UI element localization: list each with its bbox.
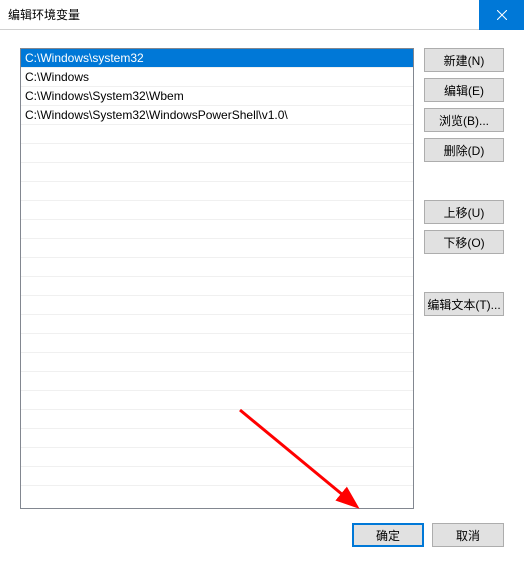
list-item[interactable]: C:\Windows\System32\Wbem — [21, 87, 413, 106]
list-inner: C:\Windows\system32C:\WindowsC:\Windows\… — [21, 49, 413, 508]
ok-button[interactable]: 确定 — [352, 523, 424, 547]
list-item — [21, 125, 413, 144]
spacer — [424, 168, 504, 194]
list-item — [21, 334, 413, 353]
list-item — [21, 391, 413, 410]
path-listbox[interactable]: C:\Windows\system32C:\WindowsC:\Windows\… — [20, 48, 414, 509]
move-up-button[interactable]: 上移(U) — [424, 200, 504, 224]
titlebar: 编辑环境变量 — [0, 0, 524, 30]
list-item — [21, 372, 413, 391]
dialog-content: C:\Windows\system32C:\WindowsC:\Windows\… — [0, 30, 524, 561]
move-down-button[interactable]: 下移(O) — [424, 230, 504, 254]
list-item — [21, 410, 413, 429]
sidebar-buttons: 新建(N) 编辑(E) 浏览(B)... 删除(D) 上移(U) 下移(O) 编… — [424, 48, 504, 509]
new-button[interactable]: 新建(N) — [424, 48, 504, 72]
list-item — [21, 239, 413, 258]
list-item — [21, 144, 413, 163]
browse-button[interactable]: 浏览(B)... — [424, 108, 504, 132]
close-button[interactable] — [479, 0, 524, 30]
main-row: C:\Windows\system32C:\WindowsC:\Windows\… — [20, 48, 504, 509]
list-item — [21, 315, 413, 334]
list-item — [21, 220, 413, 239]
list-item — [21, 448, 413, 467]
list-item — [21, 296, 413, 315]
list-item — [21, 429, 413, 448]
cancel-button[interactable]: 取消 — [432, 523, 504, 547]
delete-button[interactable]: 删除(D) — [424, 138, 504, 162]
close-icon — [497, 10, 507, 20]
window-title: 编辑环境变量 — [8, 6, 80, 23]
list-item — [21, 201, 413, 220]
list-item — [21, 182, 413, 201]
dialog-footer: 确定 取消 — [20, 519, 504, 547]
list-item — [21, 353, 413, 372]
list-item — [21, 277, 413, 296]
list-item[interactable]: C:\Windows\System32\WindowsPowerShell\v1… — [21, 106, 413, 125]
edit-text-button[interactable]: 编辑文本(T)... — [424, 292, 504, 316]
list-item — [21, 258, 413, 277]
list-item[interactable]: C:\Windows\system32 — [21, 49, 413, 68]
list-item[interactable]: C:\Windows — [21, 68, 413, 87]
spacer — [424, 260, 504, 286]
list-item — [21, 163, 413, 182]
edit-button[interactable]: 编辑(E) — [424, 78, 504, 102]
list-item — [21, 467, 413, 486]
